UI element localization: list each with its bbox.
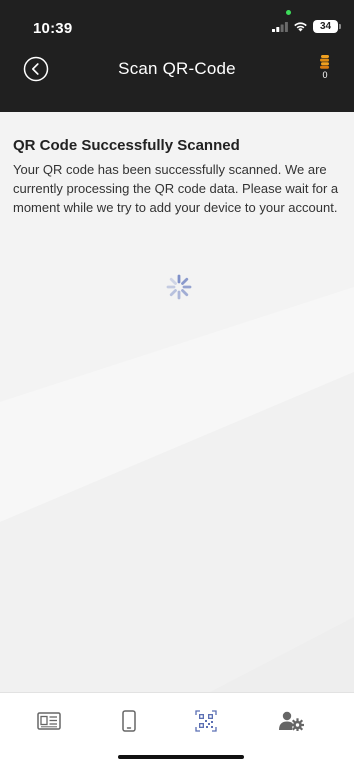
- header: 10:39 34 Scan QR-Code 0: [0, 0, 354, 112]
- privacy-indicator: [286, 10, 291, 15]
- battery-icon: 34: [313, 20, 341, 33]
- wifi-icon: [293, 21, 308, 32]
- status-time: 10:39: [33, 20, 73, 37]
- app-screen: 10:39 34 Scan QR-Code 0 QR Code Successf…: [0, 0, 354, 762]
- tab-devices[interactable]: [109, 707, 149, 735]
- message-body: Your QR code has been successfully scann…: [13, 162, 339, 215]
- message-title: QR Code Successfully Scanned: [13, 137, 240, 154]
- news-icon: [37, 712, 61, 730]
- coins-count: 0: [322, 70, 328, 80]
- device-icon: [122, 710, 136, 732]
- status-bar: 10:39 34: [0, 0, 354, 48]
- status-icons: 34: [272, 20, 341, 33]
- tab-news[interactable]: [29, 707, 69, 735]
- nav-bar: Scan QR-Code 0: [0, 48, 354, 112]
- home-indicator: [118, 755, 244, 759]
- coins-button[interactable]: 0: [318, 55, 332, 80]
- tab-bar: [0, 692, 354, 762]
- tab-account[interactable]: [271, 707, 311, 735]
- loading-spinner-icon: [166, 274, 192, 300]
- coins-icon: [320, 55, 329, 69]
- qr-code-icon: [195, 710, 217, 732]
- account-settings-icon: [279, 711, 304, 731]
- tab-scan[interactable]: [186, 707, 226, 735]
- scan-success-message: QR Code Successfully Scanned Your QR cod…: [13, 137, 343, 217]
- page-title: Scan QR-Code: [118, 59, 236, 78]
- signal-icon: [272, 21, 288, 32]
- main-content: QR Code Successfully Scanned Your QR cod…: [0, 112, 354, 692]
